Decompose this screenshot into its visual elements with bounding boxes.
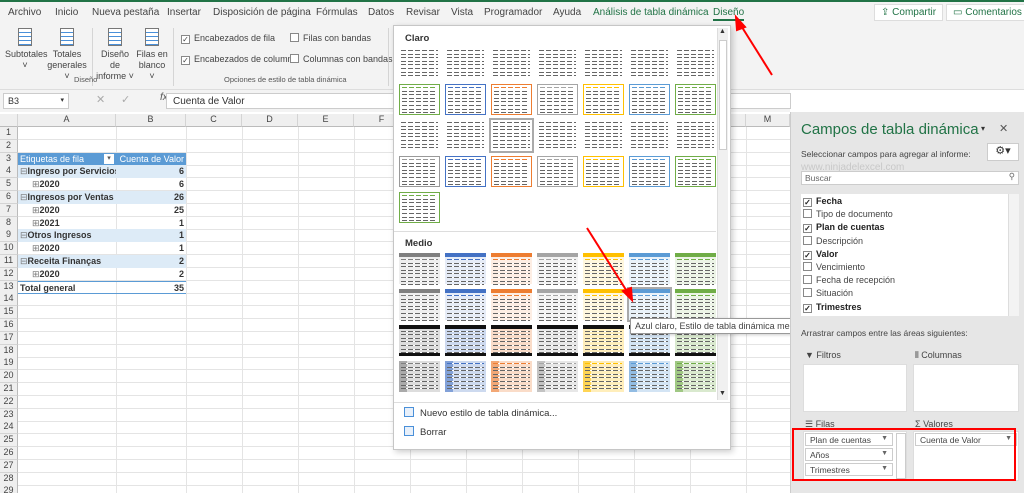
arrowhead bbox=[734, 14, 747, 32]
arrow-to-style bbox=[586, 227, 629, 294]
arrow-to-design-tab bbox=[739, 23, 773, 76]
arrowhead bbox=[621, 286, 634, 303]
annotation-arrows bbox=[586, 14, 773, 303]
